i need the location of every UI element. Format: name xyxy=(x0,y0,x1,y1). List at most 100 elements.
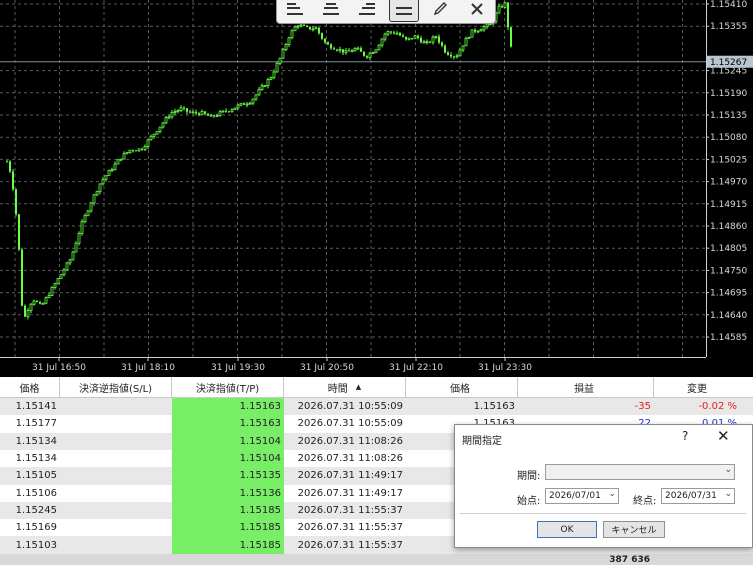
candle-body xyxy=(149,135,153,141)
col-time[interactable]: 時間 ▲ xyxy=(284,377,406,397)
align-right-icon[interactable] xyxy=(353,0,381,21)
candle-body xyxy=(183,107,185,109)
candle-body xyxy=(272,71,276,78)
candle-body xyxy=(377,44,381,51)
candle-body xyxy=(374,49,378,53)
candle-body xyxy=(101,178,105,185)
start-date-value: 2026/07/01 xyxy=(549,491,601,501)
candle-body xyxy=(314,27,318,30)
candle-body xyxy=(431,36,435,43)
close-icon[interactable]: ✕ xyxy=(717,427,730,445)
candle-body xyxy=(98,183,102,193)
candle-body xyxy=(488,23,492,26)
cell-sl xyxy=(60,502,172,519)
cancel-button[interactable]: キャンセル xyxy=(603,521,665,538)
candle-body xyxy=(68,259,72,264)
candle-body xyxy=(395,32,399,35)
align-center-icon[interactable] xyxy=(317,0,345,21)
end-label: 終点: xyxy=(633,496,657,507)
col-tp[interactable]: 決済指値(T/P) xyxy=(172,377,284,397)
price-chart[interactable]: 1.15410 1.15355 1.15245 1.15190 1.15135 1.150… xyxy=(0,0,753,375)
candle-body xyxy=(53,283,57,288)
drawing-toolbar xyxy=(276,0,496,24)
candle-body xyxy=(420,37,422,43)
candle-body xyxy=(417,35,419,38)
price-tick-label: 1.15135 xyxy=(710,111,747,121)
candle-body xyxy=(411,38,413,40)
candle-body xyxy=(230,109,234,112)
candle-body xyxy=(146,139,150,147)
candle-body xyxy=(467,36,471,39)
candle-body xyxy=(215,115,219,118)
start-label: 始点: xyxy=(517,496,541,507)
price-tick-label: 1.15190 xyxy=(710,89,747,99)
candle-body xyxy=(110,169,114,172)
candle-body xyxy=(225,110,227,112)
candle-body xyxy=(119,158,123,161)
col-profit[interactable]: 損益 xyxy=(518,377,654,397)
candle-body xyxy=(236,104,240,109)
candle-body xyxy=(189,111,191,113)
candle-body xyxy=(12,171,14,190)
price-tick-label: 1.15025 xyxy=(710,155,747,165)
chevron-down-icon: ⌄ xyxy=(608,489,616,499)
candle-body xyxy=(179,107,183,111)
candle-body xyxy=(113,163,117,171)
candle-body xyxy=(263,85,267,87)
ok-button[interactable]: OK xyxy=(537,521,597,538)
candle-body xyxy=(356,47,360,50)
table-row[interactable]: 1.15141 1.15163 2026.07.31 10:55:09 1.15163… xyxy=(0,398,753,416)
align-left-icon[interactable] xyxy=(281,0,309,21)
candle-body xyxy=(135,150,137,152)
candle-body xyxy=(44,297,48,304)
align-bottom-icon[interactable] xyxy=(389,0,419,22)
time-tick-label: 31 Jul 22:10 xyxy=(389,363,443,373)
start-date-picker[interactable]: 2026/07/01 ⌄ xyxy=(545,488,619,504)
col-price[interactable]: 価格 xyxy=(0,377,60,397)
help-icon[interactable]: ? xyxy=(682,429,688,443)
candle-body xyxy=(333,48,335,50)
current-price-label: 1.15267 xyxy=(710,58,747,68)
candle-body xyxy=(155,131,159,135)
col-sl[interactable]: 決済逆指値(S/L) xyxy=(60,377,172,397)
cell-price: 1.15134 xyxy=(15,435,57,447)
candle-body xyxy=(209,114,213,117)
candle-body xyxy=(128,149,132,153)
candle-body xyxy=(248,102,252,105)
col-change[interactable]: 変更 xyxy=(654,377,753,397)
candle-body xyxy=(383,33,387,40)
candle-body xyxy=(39,301,41,304)
col-price2[interactable]: 価格 xyxy=(406,377,518,397)
cell-sl xyxy=(60,450,172,467)
end-date-picker[interactable]: 2026/07/31 ⌄ xyxy=(661,488,735,504)
candle-body xyxy=(170,112,174,118)
cell-sl xyxy=(60,519,172,536)
candle-body xyxy=(324,38,326,43)
pencil-icon[interactable] xyxy=(427,0,455,21)
close-icon[interactable] xyxy=(463,0,491,21)
candle-body xyxy=(21,249,23,306)
candle-body xyxy=(152,133,156,137)
candle-body xyxy=(275,62,279,73)
candle-body xyxy=(482,26,486,31)
price-tick-label: 1.15410 xyxy=(710,0,747,10)
candle-body xyxy=(306,25,308,27)
candle-body xyxy=(422,41,426,44)
candle-body xyxy=(207,113,209,116)
candle-body xyxy=(176,110,180,112)
candle-body xyxy=(284,44,288,50)
candle-body xyxy=(122,153,126,160)
period-select[interactable]: ⌄ xyxy=(545,464,735,480)
candle-body xyxy=(309,26,311,30)
cell-tp: 1.15185 xyxy=(172,501,284,520)
candle-body xyxy=(464,37,468,47)
cell-price: 1.15177 xyxy=(15,418,57,430)
candle-body xyxy=(344,50,348,53)
cell-price: 1.15134 xyxy=(15,453,57,465)
candle-body xyxy=(470,29,474,38)
candle-body xyxy=(303,24,305,26)
time-tick-label: 31 Jul 18:10 xyxy=(121,363,175,373)
candle-body xyxy=(62,269,66,276)
candle-body xyxy=(390,31,392,33)
chart-canvas[interactable]: 1.154101.153551.152451.151901.151351.150… xyxy=(0,0,753,375)
